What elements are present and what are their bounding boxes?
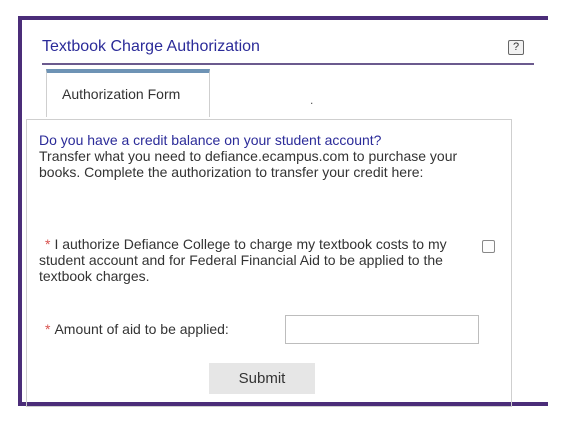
tab-label: Authorization Form — [62, 86, 181, 102]
required-marker: * — [45, 236, 51, 252]
amount-label: * Amount of aid to be applied: — [39, 321, 229, 337]
portal-frame: Textbook Charge Authorization ? Authoriz… — [18, 16, 548, 407]
amount-input[interactable] — [285, 315, 479, 344]
required-marker: * — [45, 321, 51, 337]
authorization-form-panel: Do you have a credit balance on your stu… — [26, 119, 512, 407]
authorization-statement: * I authorize Defiance College to charge … — [39, 236, 469, 284]
portlet-title: Textbook Charge Authorization — [42, 38, 260, 55]
tab-authorization-form[interactable]: Authorization Form — [46, 69, 210, 117]
amount-row: * Amount of aid to be applied: — [39, 315, 499, 345]
tab-bar-dot: . — [310, 93, 314, 107]
textbook-charge-portlet: Textbook Charge Authorization ? Authoriz… — [42, 36, 534, 117]
authorization-checkbox[interactable] — [482, 240, 495, 253]
help-button[interactable]: ? — [508, 40, 524, 55]
authorization-row: * I authorize Defiance College to charge … — [39, 236, 499, 284]
amount-label-text: Amount of aid to be applied: — [54, 321, 229, 337]
portlet-header: Textbook Charge Authorization ? — [42, 36, 534, 65]
credit-balance-question: Do you have a credit balance on your stu… — [39, 132, 382, 148]
authorization-text: I authorize Defiance College to charge m… — [39, 236, 447, 284]
tab-bar: Authorization Form . — [42, 69, 534, 117]
submit-button[interactable]: Submit — [209, 363, 315, 394]
transfer-instructions: Transfer what you need to defiance.ecamp… — [39, 148, 458, 180]
